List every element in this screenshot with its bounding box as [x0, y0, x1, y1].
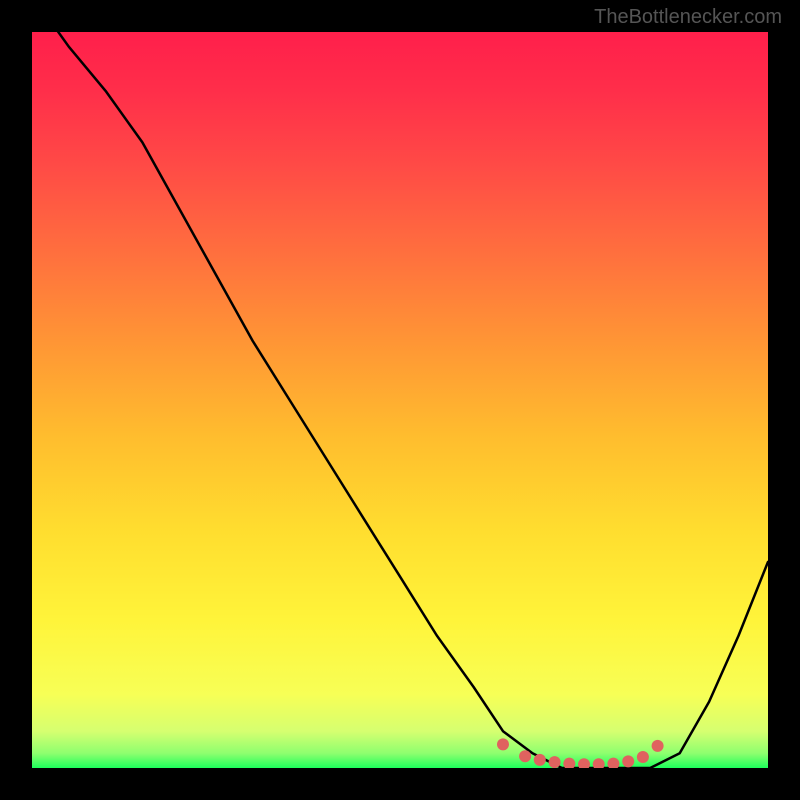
attribution-text: TheBottlenecker.com: [594, 6, 782, 29]
highlight-dot: [622, 755, 634, 767]
highlight-dot: [534, 754, 546, 766]
highlight-dot: [549, 756, 561, 768]
highlight-dot: [497, 738, 509, 750]
highlight-dot: [637, 751, 649, 763]
plot-area: [32, 32, 768, 768]
highlight-dot: [519, 750, 531, 762]
highlight-dot: [652, 740, 664, 752]
chart-svg: [32, 32, 768, 768]
chart-container: TheBottlenecker.com: [0, 0, 800, 800]
